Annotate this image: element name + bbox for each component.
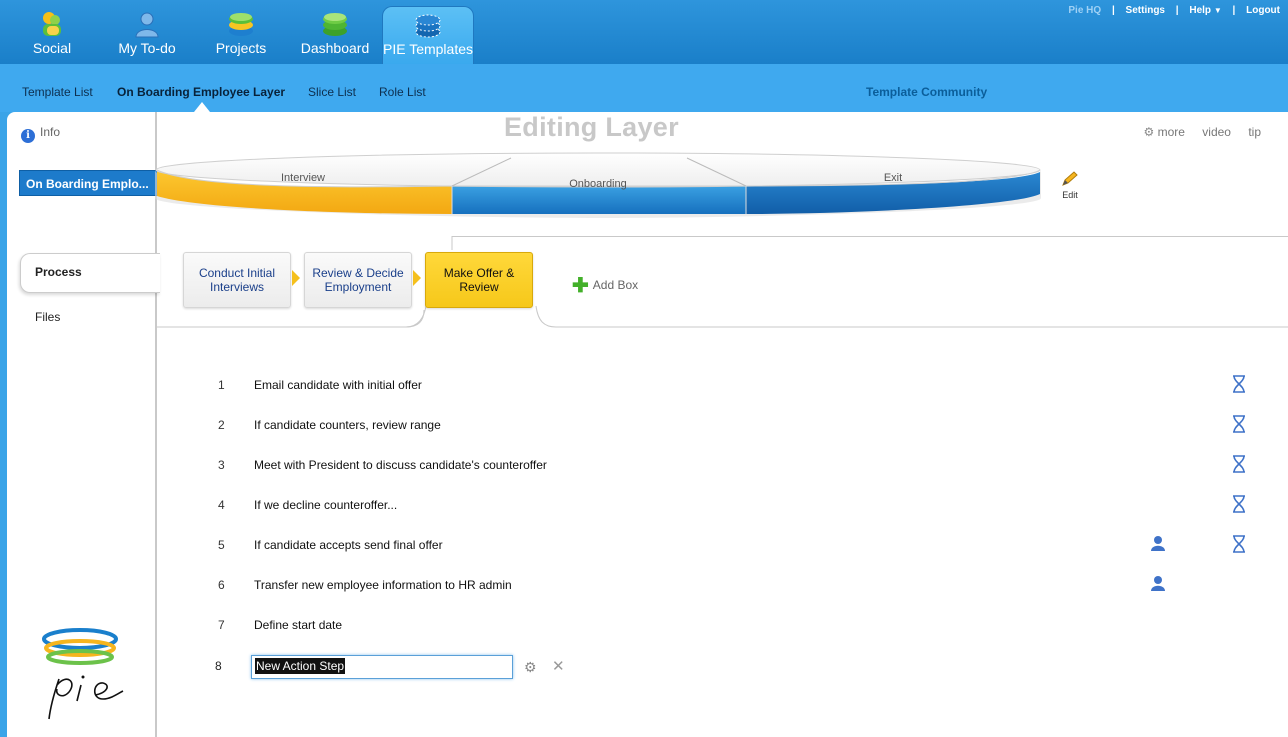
pie-slices-ring: Interview Onboarding Exit	[155, 152, 1041, 218]
add-box-label: Add Box	[592, 278, 639, 292]
tab-process[interactable]: Process	[20, 253, 160, 293]
hourglass-icon[interactable]	[1231, 415, 1247, 436]
tab-label: Social	[32, 40, 72, 56]
help-links: ⚙ more video tip	[1129, 125, 1261, 139]
step-number: 4	[218, 498, 225, 512]
new-step-row: 8 New Action Step ⚙ ✕	[190, 655, 590, 681]
hourglass-icon[interactable]	[1231, 535, 1247, 556]
step-number: 5	[218, 538, 225, 552]
page-title: Editing Layer	[504, 112, 679, 142]
gear-icon[interactable]: ⚙	[524, 659, 537, 676]
sub-navigation: Template List On Boarding Employee Layer…	[0, 64, 1288, 112]
step-number: 8	[215, 659, 222, 673]
step-number: 7	[218, 618, 225, 632]
separator: |	[1232, 5, 1236, 16]
list-item[interactable]: 2 If candidate counters, review range	[190, 415, 1260, 438]
hourglass-icon[interactable]	[1231, 455, 1247, 476]
person-icon[interactable]	[1150, 535, 1166, 554]
step-text[interactable]: Define start date	[254, 618, 342, 632]
pencil-icon	[1062, 171, 1078, 186]
user-icon	[135, 12, 159, 38]
active-indicator	[194, 102, 210, 112]
tab-label: PIE Templates	[383, 41, 474, 57]
selected-layer[interactable]: On Boarding Emplo...	[19, 170, 159, 196]
gear-icon: ⚙	[1143, 125, 1155, 139]
list-item[interactable]: 1 Email candidate with initial offer	[190, 375, 1260, 398]
step-text[interactable]: Meet with President to discuss candidate…	[254, 458, 547, 472]
separator: |	[1111, 5, 1115, 16]
left-sidebar: i Info On Boarding Emplo... Process Files	[7, 112, 160, 737]
info-label: Info	[40, 125, 61, 139]
edit-button[interactable]: Edit	[1060, 170, 1080, 200]
list-item[interactable]: 7 Define start date	[190, 618, 1260, 638]
step-text[interactable]: Email candidate with initial offer	[254, 378, 422, 392]
step-number: 3	[218, 458, 225, 472]
arrow-icon	[292, 270, 300, 286]
hourglass-icon[interactable]	[1231, 495, 1247, 516]
help-link[interactable]: Help ▼	[1189, 5, 1221, 16]
person-icon[interactable]	[1150, 575, 1166, 594]
new-step-selected-text: New Action Step	[255, 658, 346, 674]
step-number: 1	[218, 378, 225, 392]
step-number: 2	[218, 418, 225, 432]
tab-files[interactable]: Files	[35, 310, 60, 324]
slice-label: Exit	[884, 172, 902, 184]
process-box-make-offer[interactable]: Make Offer & Review	[425, 252, 533, 308]
more-label: more	[1157, 125, 1185, 139]
pie-logo	[42, 628, 124, 720]
help-label: Help	[1189, 5, 1212, 16]
template-community-link[interactable]: Template Community	[866, 85, 987, 99]
edit-label: Edit	[1062, 190, 1078, 200]
tip-link[interactable]: tip	[1248, 125, 1261, 139]
tab-pie-templates[interactable]: PIE Templates	[382, 6, 474, 64]
tab-my-todo[interactable]: My To-do	[112, 6, 182, 64]
step-text[interactable]: If candidate accepts send final offer	[254, 538, 443, 552]
top-navigation-bar: Social My To-do Projects Dashboard PIE T…	[0, 0, 1288, 64]
step-text[interactable]: If candidate counters, review range	[254, 418, 441, 432]
separator: |	[1175, 5, 1179, 16]
list-item[interactable]: 3 Meet with President to discuss candidat…	[190, 455, 1260, 478]
info-icon: i	[21, 129, 35, 143]
subnav-slice-list[interactable]: Slice List	[308, 85, 356, 99]
process-box-conduct-interviews[interactable]: Conduct Initial Interviews	[183, 252, 291, 308]
step-text[interactable]: Transfer new employee information to HR …	[254, 578, 512, 592]
subnav-onboarding-layer[interactable]: On Boarding Employee Layer	[117, 85, 285, 99]
tab-label: Dashboard	[300, 40, 370, 56]
info-link[interactable]: i Info	[21, 125, 60, 143]
subnav-template-list[interactable]: Template List	[22, 85, 93, 99]
plus-icon: ✚	[572, 275, 589, 297]
list-item[interactable]: 4 If we decline counteroffer...	[190, 495, 1260, 518]
account-links: Pie HQ | Settings | Help ▼ | Logout	[1060, 5, 1280, 16]
pie-hq-link[interactable]: Pie HQ	[1068, 5, 1101, 16]
step-text[interactable]: If we decline counteroffer...	[254, 498, 397, 512]
caret-down-icon: ▼	[1213, 6, 1222, 15]
dashboard-icon	[323, 13, 347, 36]
tab-label: Projects	[215, 40, 267, 56]
process-box-review-decide[interactable]: Review & Decide Employment	[304, 252, 412, 308]
tab-label: My To-do	[118, 40, 176, 56]
more-link[interactable]: ⚙ more	[1143, 125, 1184, 139]
settings-link[interactable]: Settings	[1126, 5, 1165, 16]
templates-icon	[415, 14, 441, 38]
logout-link[interactable]: Logout	[1246, 5, 1280, 16]
tab-social[interactable]: Social	[22, 6, 82, 64]
projects-icon	[229, 13, 253, 36]
slice-onboarding-band[interactable]	[452, 186, 746, 214]
social-icon	[43, 12, 61, 36]
subnav-role-list[interactable]: Role List	[379, 85, 426, 99]
close-icon[interactable]: ✕	[552, 657, 565, 675]
list-item[interactable]: 5 If candidate accepts send final offer	[190, 535, 1260, 558]
add-box-button[interactable]: ✚ Add Box	[572, 273, 638, 298]
arrow-icon	[413, 270, 421, 286]
tab-dashboard[interactable]: Dashboard	[300, 6, 370, 64]
list-item[interactable]: 6 Transfer new employee information to HR…	[190, 575, 1260, 598]
slice-label: Interview	[281, 172, 325, 184]
tab-projects[interactable]: Projects	[210, 6, 272, 64]
step-number: 6	[218, 578, 225, 592]
video-link[interactable]: video	[1202, 125, 1231, 139]
slice-label: Onboarding	[569, 178, 627, 190]
hourglass-icon[interactable]	[1231, 375, 1247, 396]
